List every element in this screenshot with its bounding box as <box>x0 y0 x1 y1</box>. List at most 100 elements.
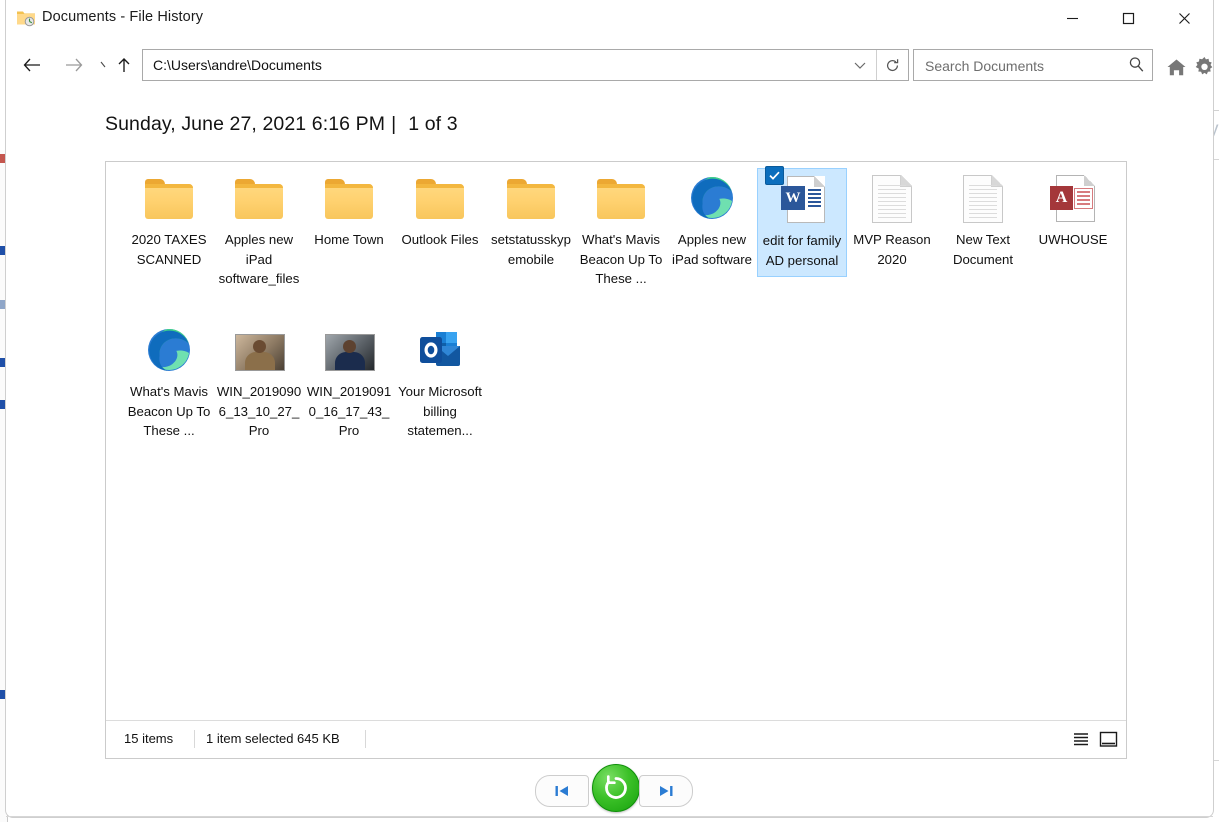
file-tile[interactable]: WIN_20190910_16_17_43_Pro <box>304 320 394 447</box>
window-bottom-rule <box>6 816 1213 817</box>
file-tile[interactable]: setstatusskypemobile <box>486 168 576 275</box>
file-name-label: MVP Reason 2020 <box>849 230 935 269</box>
maximize-button[interactable] <box>1105 0 1151 36</box>
file-name-label: Apples new iPad software <box>669 230 755 269</box>
photo-thumbnail <box>325 334 375 371</box>
version-timestamp-header: Sunday, June 27, 2021 6:16 PM | 1 of 3 <box>105 113 458 136</box>
file-icon <box>507 174 555 222</box>
file-tile[interactable]: Apples new iPad software <box>667 168 757 275</box>
status-bar: 15 items 1 item selected 645 KB <box>106 720 1126 758</box>
minimize-button[interactable] <box>1049 0 1095 36</box>
close-button[interactable] <box>1161 0 1207 36</box>
file-icon: W <box>778 175 826 223</box>
file-name-label: Apples new iPad software_files <box>216 230 302 289</box>
edge-icon <box>145 326 193 374</box>
file-tile[interactable]: 2020 TAXES SCANNED <box>124 168 214 275</box>
file-history-window: Documents - File History <box>5 0 1214 818</box>
file-icon <box>325 326 373 374</box>
address-path: C:\Users\andre\Documents <box>153 57 322 73</box>
file-tile[interactable]: Home Town <box>304 168 394 256</box>
file-tile[interactable]: A UWHOUSE <box>1028 168 1118 256</box>
file-name-label: Home Town <box>306 230 392 250</box>
selection-checkbox[interactable] <box>765 166 784 185</box>
file-icon <box>868 174 916 222</box>
restore-button[interactable] <box>592 764 640 812</box>
file-grid: 2020 TAXES SCANNEDApples new iPad softwa… <box>106 168 1126 698</box>
photo-thumbnail <box>235 334 285 371</box>
details-view-button[interactable] <box>1070 728 1092 750</box>
file-name-label: Your Microsoft billing statemen... <box>397 382 483 441</box>
file-icon <box>325 174 373 222</box>
up-button[interactable] <box>110 48 138 82</box>
folder-icon <box>507 179 555 219</box>
status-divider-2 <box>365 730 366 748</box>
large-icons-view-button[interactable] <box>1097 728 1119 750</box>
timestamp-text: Sunday, June 27, 2021 6:16 PM <box>105 113 385 135</box>
gear-icon[interactable] <box>1194 57 1215 83</box>
file-icon <box>416 174 464 222</box>
forward-button[interactable] <box>57 48 91 82</box>
file-name-label: setstatusskypemobile <box>488 230 574 269</box>
file-icon <box>235 174 283 222</box>
file-icon <box>959 174 1007 222</box>
file-tile[interactable]: WIN_20190906_13_10_27_Pro <box>214 320 304 447</box>
file-icon <box>688 174 736 222</box>
file-name-label: New Text Document <box>940 230 1026 269</box>
folder-icon <box>235 179 283 219</box>
version-counter: 1 of 3 <box>408 113 457 135</box>
word-document-icon: W <box>778 175 826 223</box>
status-divider-1 <box>194 730 195 748</box>
folder-icon <box>145 179 193 219</box>
outlook-icon <box>416 326 464 374</box>
refresh-icon[interactable] <box>876 50 908 80</box>
file-tile[interactable]: New Text Document <box>938 168 1028 275</box>
file-name-label: 2020 TAXES SCANNED <box>126 230 212 269</box>
title-bar[interactable]: Documents - File History <box>6 0 1213 36</box>
file-icon <box>145 326 193 374</box>
file-name-label: WIN_20190910_16_17_43_Pro <box>306 382 392 441</box>
home-icon[interactable] <box>1166 58 1187 82</box>
previous-version-button[interactable] <box>535 775 589 807</box>
recent-locations-chevron-icon[interactable] <box>100 60 110 73</box>
version-controls <box>6 770 1213 816</box>
file-name-label: WIN_20190906_13_10_27_Pro <box>216 382 302 441</box>
navigation-bar: C:\Users\andre\Documents <box>6 36 1213 94</box>
status-selection-info: 1 item selected 645 KB <box>206 731 340 746</box>
file-icon <box>145 174 193 222</box>
folder-icon <box>416 179 464 219</box>
search-box[interactable] <box>913 49 1153 81</box>
file-name-label: What's Mavis Beacon Up To These ... <box>126 382 212 441</box>
file-tile[interactable]: MVP Reason 2020 <box>847 168 937 275</box>
file-icon <box>416 326 464 374</box>
next-version-button[interactable] <box>639 775 693 807</box>
file-tile[interactable]: Apples new iPad software_files <box>214 168 304 295</box>
status-item-count: 15 items <box>124 731 173 746</box>
file-name-label: Outlook Files <box>397 230 483 250</box>
file-list-pane[interactable]: 2020 TAXES SCANNEDApples new iPad softwa… <box>105 161 1127 759</box>
access-database-icon: A <box>1049 174 1097 222</box>
file-icon <box>235 326 283 374</box>
file-tile[interactable]: What's Mavis Beacon Up To These ... <box>124 320 214 447</box>
desktop-background: Business 6/21/2021 Sunday <box>0 0 1219 825</box>
file-name-label: What's Mavis Beacon Up To These ... <box>578 230 664 289</box>
text-file-icon <box>872 175 912 223</box>
search-icon <box>1128 56 1145 78</box>
header-separator: | <box>391 113 396 135</box>
text-file-icon <box>963 175 1003 223</box>
file-tile[interactable]: Outlook Files <box>395 168 485 256</box>
search-input[interactable] <box>923 50 1112 82</box>
file-name-label: edit for family AD personal <box>759 231 845 270</box>
file-icon <box>597 174 645 222</box>
address-bar[interactable]: C:\Users\andre\Documents <box>142 49 909 81</box>
file-tile-selected[interactable]: Wedit for family AD personal <box>757 168 847 277</box>
file-name-label: UWHOUSE <box>1030 230 1116 250</box>
file-icon: A <box>1049 174 1097 222</box>
file-tile[interactable]: What's Mavis Beacon Up To These ... <box>576 168 666 295</box>
file-tile[interactable]: Your Microsoft billing statemen... <box>395 320 485 447</box>
back-button[interactable] <box>15 48 49 82</box>
chevron-down-icon[interactable] <box>846 50 874 80</box>
edge-icon <box>688 174 736 222</box>
window-title: Documents - File History <box>42 9 203 25</box>
file-history-folder-icon <box>16 9 36 27</box>
folder-icon <box>597 179 645 219</box>
